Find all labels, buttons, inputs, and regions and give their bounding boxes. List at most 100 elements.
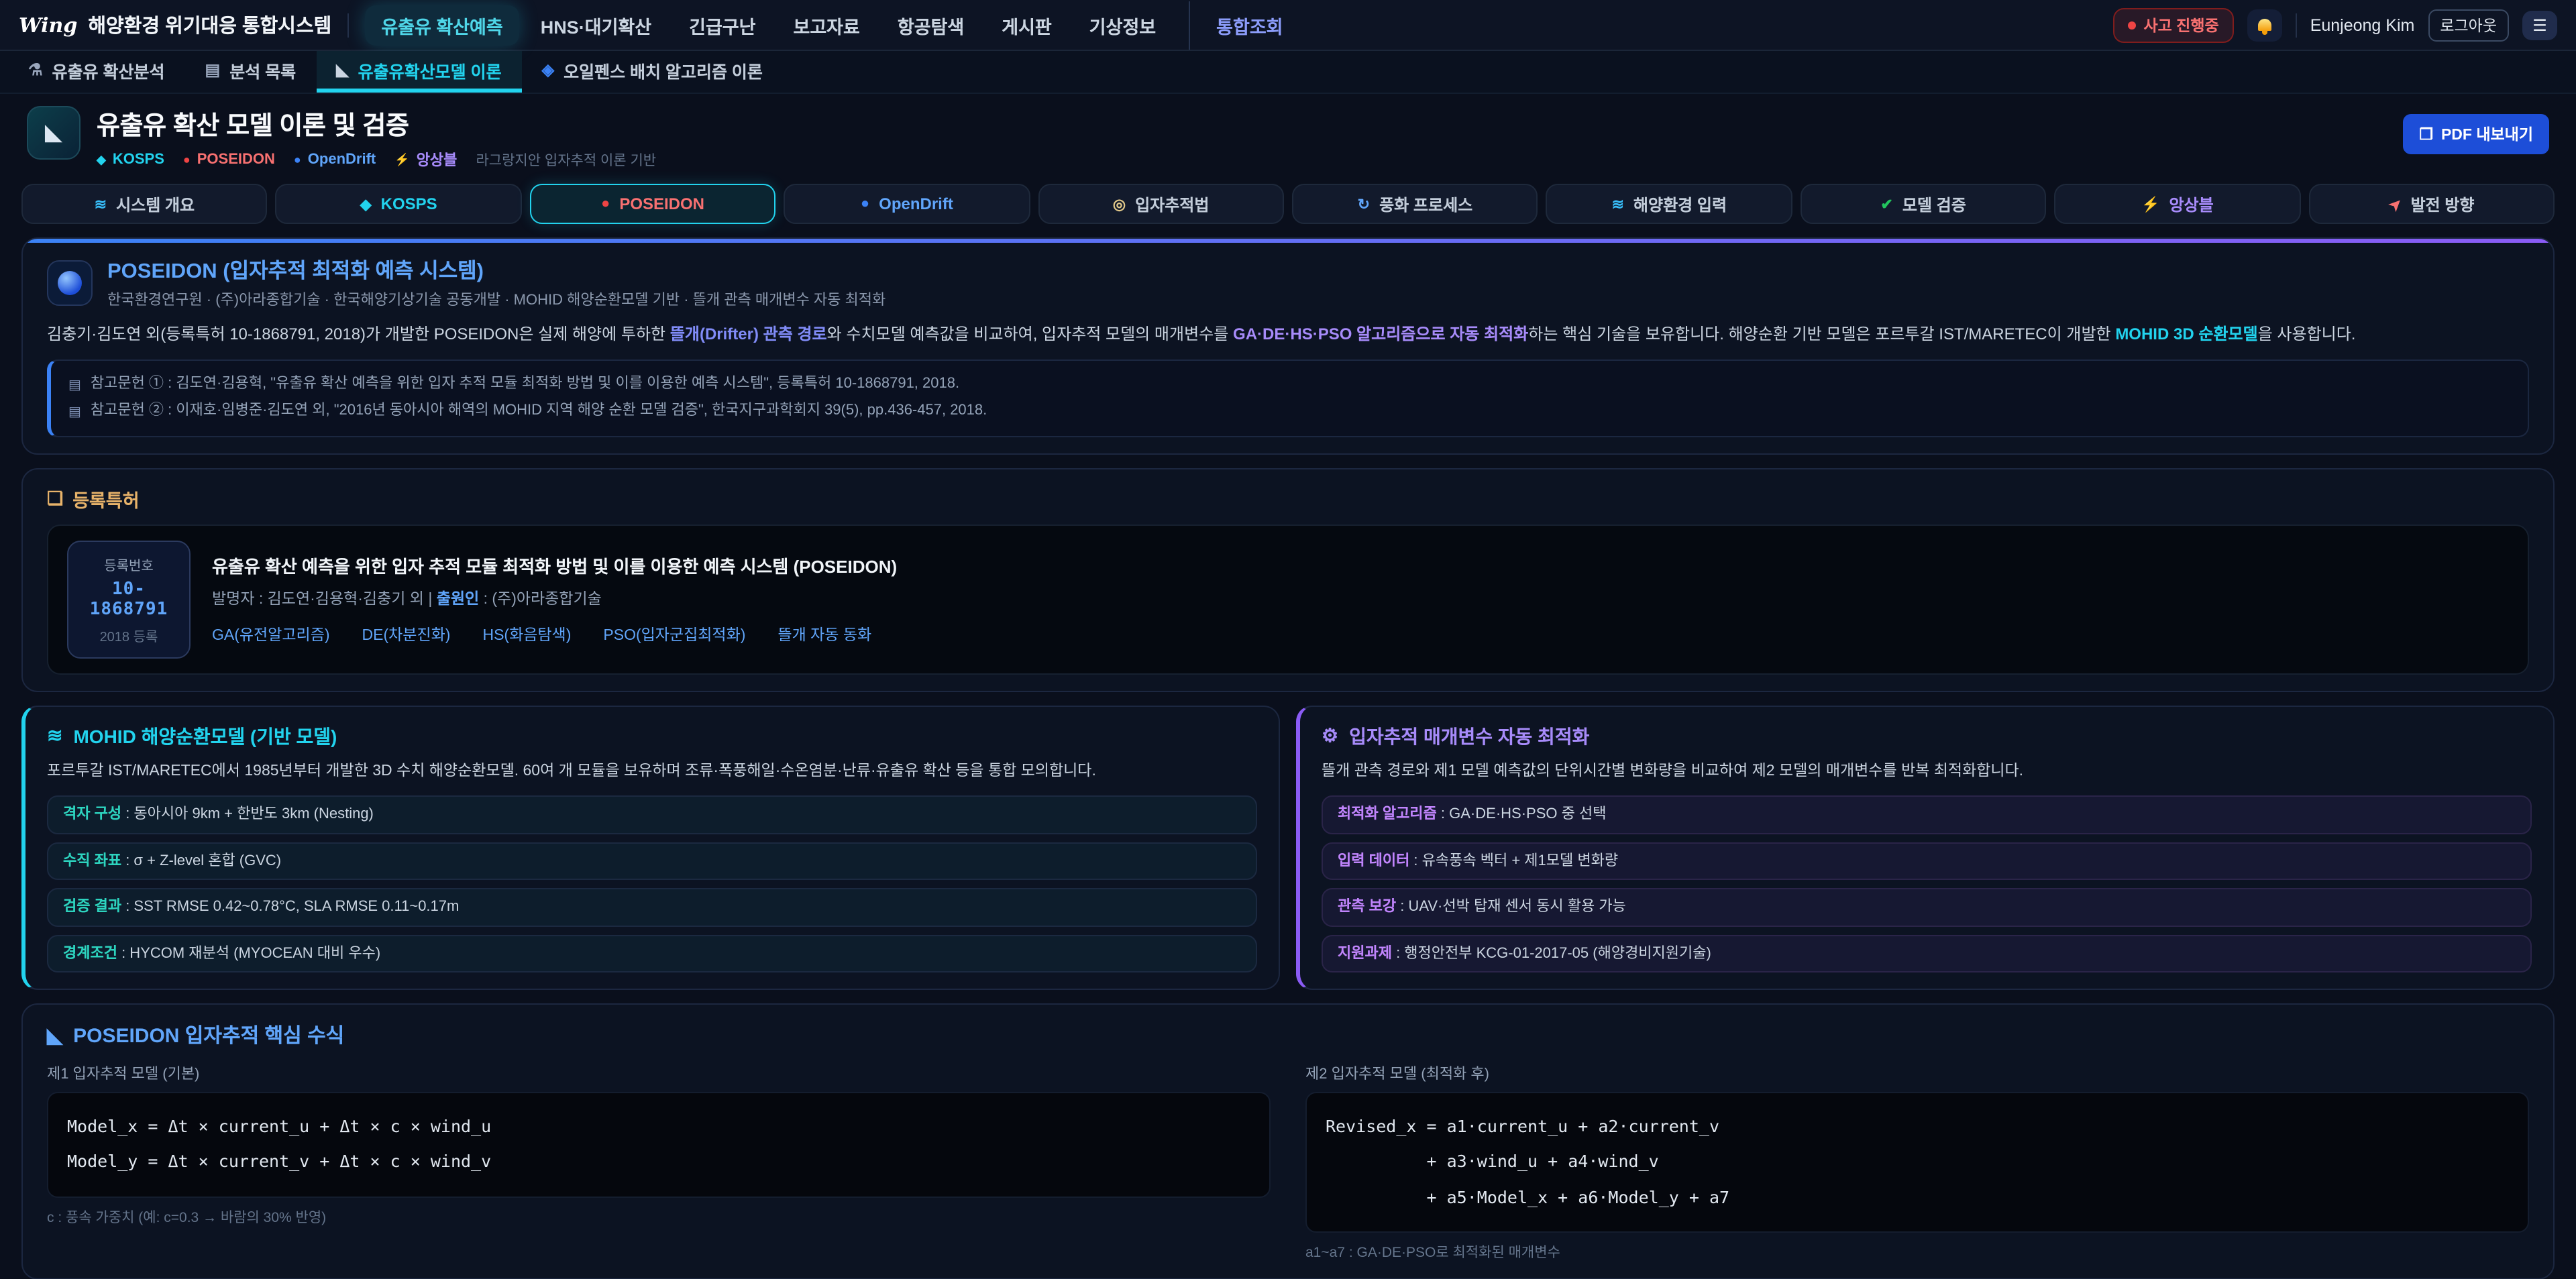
cyclone-icon: ↻: [1358, 195, 1370, 213]
badge-opendrift: ● OpenDrift: [294, 152, 376, 168]
sub-tabbar: ⚗ 유출유 확산분석 ▤ 분석 목록 ◣ 유출유확산모델 이론 ◈ 오일펜스 배…: [0, 51, 2576, 94]
reference-text: 참고문헌 ② : 이재호·임병준·김도연 외, "2016년 동아시아 해역의 …: [91, 398, 987, 425]
optimization-card-title: ⚙ 입자추적 매개변수 자동 최적화: [1322, 723, 2532, 750]
logout-button[interactable]: 로그아웃: [2428, 9, 2509, 41]
spec-row-validation: 검증 결과 : SST RMSE 0.42~0.78°C, SLA RMSE 0…: [47, 888, 1257, 926]
tag-ga[interactable]: GA(유전알고리즘): [212, 624, 330, 646]
pill-weathering-process[interactable]: ↻ 풍화 프로세스: [1292, 184, 1538, 224]
pdf-export-button[interactable]: ❐ PDF 내보내기: [2403, 114, 2549, 154]
tag-hs[interactable]: HS(화음탐색): [482, 624, 571, 646]
books-icon: ▤: [68, 401, 81, 425]
page-subtitle-note: 라그랑지안 입자추적 이론 기반: [476, 150, 656, 170]
spec-label: 경계조건: [63, 945, 117, 961]
tab-label: 오일펜스 배치 알고리즘 이론: [564, 57, 763, 82]
badge-label: POSEIDON: [197, 152, 275, 168]
formulas-heading: ◣ POSEIDON 입자추적 핵심 수식: [47, 1021, 2529, 1049]
tag-drifter-assimilation[interactable]: 뜰개 자동 동화: [777, 624, 871, 646]
nav-item-weather[interactable]: 기상정보: [1073, 5, 1172, 45]
check-icon: ✔: [1880, 195, 1892, 213]
badge-poseidon: ● POSEIDON: [183, 152, 275, 168]
brand-name: 해양환경 위기대응 통합시스템: [88, 11, 331, 39]
badge-label: OpenDrift: [308, 152, 376, 168]
rocket-icon: ➤: [2385, 193, 2406, 214]
main-content: POSEIDON (입자추적 최적화 예측 시스템) 한국환경연구원 · (주)…: [0, 235, 2576, 1279]
tab-label: 분석 목록: [229, 57, 296, 82]
pill-label: OpenDrift: [879, 194, 953, 213]
pill-opendrift[interactable]: ● OpenDrift: [784, 184, 1030, 224]
nav-item-integrated-search[interactable]: 통합조회: [1188, 1, 1296, 49]
model2-formula-block: 제2 입자추적 모델 (최적화 후) Revised_x = a1·curren…: [1305, 1062, 2529, 1262]
tab-analysis-list[interactable]: ▤ 분석 목록: [185, 51, 317, 93]
nav-item-hns-atmos[interactable]: HNS·대기확산: [525, 5, 667, 45]
tag-pso[interactable]: PSO(입자군집최적화): [603, 624, 745, 646]
model1-formula-block: 제1 입자추적 모델 (기본) Model_x = Δt × current_u…: [47, 1062, 1271, 1262]
spec-label: 입력 데이터: [1338, 852, 1409, 869]
model1-label: 제1 입자추적 모델 (기본): [47, 1062, 1271, 1084]
patent-registration-chip: 등록번호 10-1868791 2018 등록: [67, 541, 191, 659]
pill-label: 모델 검증: [1902, 192, 1966, 215]
brand[interactable]: Wing 해양환경 위기대응 통합시스템: [19, 11, 331, 39]
nav-item-reports[interactable]: 보고자료: [777, 5, 876, 45]
spec-value: : 유속풍속 벡터 + 제1모델 변화량: [1409, 852, 1618, 869]
hamburger-icon: ☰: [2532, 15, 2547, 34]
page-title-block: 유출유 확산 모델 이론 및 검증 ◆ KOSPS ● POSEIDON ● O…: [97, 106, 656, 170]
diamond-icon: ◆: [97, 152, 106, 167]
tab-model-theory[interactable]: ◣ 유출유확산모델 이론: [316, 51, 521, 93]
tag-de[interactable]: DE(차분진화): [362, 624, 451, 646]
patent-heading-label: 등록특허: [72, 486, 139, 512]
spec-label: 최적화 알고리즘: [1338, 806, 1437, 822]
spec-label: 지원과제: [1338, 945, 1392, 961]
nav-item-aerial-search[interactable]: 항공탐색: [881, 5, 980, 45]
pill-label: 발전 방향: [2410, 192, 2474, 215]
tab-label: 유출유 확산분석: [52, 57, 165, 82]
tab-oil-fence-theory[interactable]: ◈ 오일펜스 배치 알고리즘 이론: [522, 51, 783, 93]
pill-ocean-env-input[interactable]: ≋ 해양환경 입력: [1546, 184, 1792, 224]
patent-heading: ❏ 등록특허: [47, 486, 2529, 512]
poseidon-title: POSEIDON (입자추적 최적화 예측 시스템): [107, 255, 885, 284]
pill-system-overview[interactable]: ≋ 시스템 개요: [21, 184, 268, 224]
pill-label: 풍화 프로세스: [1379, 192, 1472, 215]
circle-icon: ●: [861, 196, 869, 212]
incident-status-badge[interactable]: 사고 진행중: [2112, 7, 2233, 42]
model-cards-row: ≋ MOHID 해양순환모델 (기반 모델) 포르투갈 IST/MARETEC에…: [21, 706, 2555, 991]
tab-spill-analysis[interactable]: ⚗ 유출유 확산분석: [8, 51, 185, 93]
mohid-title-label: MOHID 해양순환모델 (기반 모델): [73, 723, 337, 750]
reference-item: ▤ 참고문헌 ② : 이재호·임병준·김도연 외, "2016년 동아시아 해역…: [68, 398, 2510, 425]
para-text: 을 사용합니다.: [2258, 325, 2356, 343]
incident-dot-icon: [2127, 21, 2135, 29]
spec-value: : 동아시아 9km + 한반도 3km (Nesting): [121, 806, 374, 822]
applicant-label: 출원인: [437, 592, 480, 608]
pill-label: 해양환경 입력: [1633, 192, 1727, 215]
patent-details: 유출유 확산 예측을 위한 입자 추적 모듈 최적화 방법 및 이를 이용한 예…: [212, 553, 897, 646]
triangle-ruler-icon: ◣: [45, 119, 62, 146]
hamburger-menu-button[interactable]: ☰: [2522, 10, 2557, 40]
spec-label: 관측 보강: [1338, 899, 1396, 915]
triangle-ruler-icon: ◣: [336, 60, 348, 79]
pill-future-direction[interactable]: ➤ 발전 방향: [2308, 184, 2555, 224]
navbar-right: 사고 진행중 Eunjeong Kim 로그아웃 ☰: [2112, 7, 2557, 42]
pill-label: KOSPS: [381, 194, 437, 213]
pdf-export-label: PDF 내보내기: [2441, 123, 2533, 145]
nav-item-board[interactable]: 게시판: [985, 5, 1068, 45]
wave-icon: ≋: [95, 195, 107, 213]
spec-value: : HYCOM 재분석 (MYOCEAN 대비 우수): [117, 945, 380, 961]
poseidon-subtitle: 한국환경연구원 · (주)아라종합기술 · 한국해양기상기술 공동개발 · MO…: [107, 288, 885, 310]
pill-ensemble[interactable]: ⚡ 앙상블: [2055, 184, 2301, 224]
nav-item-emergency-rescue[interactable]: 긴급구난: [673, 5, 771, 45]
tab-label: 유출유확산모델 이론: [358, 57, 502, 82]
blue-orb-icon: [58, 270, 82, 294]
pill-poseidon[interactable]: ● POSEIDON: [530, 184, 776, 224]
badge-label: KOSPS: [113, 152, 164, 168]
nav-item-oil-spill-forecast[interactable]: 유출유 확산예측: [365, 5, 519, 45]
page-header: ◣ 유출유 확산 모델 이론 및 검증 ◆ KOSPS ● POSEIDON ●…: [0, 94, 2576, 178]
parameter-optimization-card: ⚙ 입자추적 매개변수 자동 최적화 뜰개 관측 경로와 제1 모델 예측값의 …: [1296, 706, 2555, 991]
lightning-icon: ⚡: [394, 152, 409, 167]
pill-particle-tracking[interactable]: ◎ 입자추적법: [1038, 184, 1284, 224]
pill-model-validation[interactable]: ✔ 모델 검증: [1801, 184, 2047, 224]
wing-logo: Wing: [19, 13, 77, 37]
badge-ensemble: ⚡ 앙상블: [394, 149, 457, 170]
bell-icon: [2258, 19, 2271, 31]
pill-label: POSEIDON: [619, 194, 704, 213]
pill-kosps[interactable]: ◆ KOSPS: [276, 184, 522, 224]
notifications-button[interactable]: [2247, 9, 2282, 41]
